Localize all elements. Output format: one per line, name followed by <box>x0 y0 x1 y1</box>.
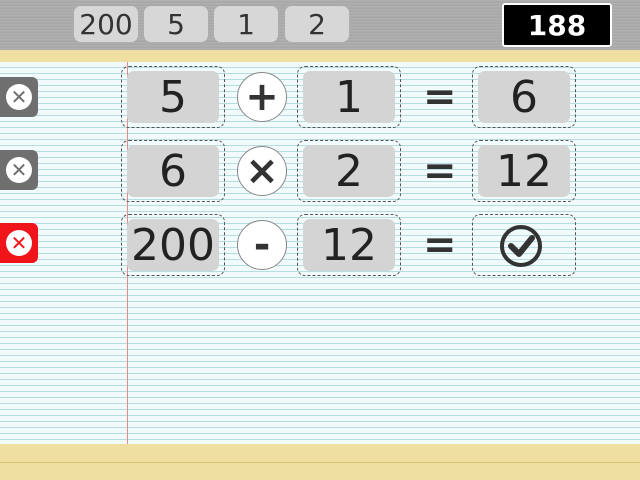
number-tile[interactable]: 200 <box>74 6 138 42</box>
number-tile[interactable]: 5 <box>144 6 208 42</box>
delete-row-button[interactable]: ✕ <box>0 223 38 263</box>
target-number: 188 <box>502 3 612 47</box>
close-circle-icon: ✕ <box>6 230 32 256</box>
equals-sign: = <box>423 148 457 194</box>
checkmark-icon[interactable] <box>497 222 545 274</box>
operator-button[interactable]: - <box>237 220 287 270</box>
operand-slot-left[interactable]: 200 <box>121 214 225 276</box>
result-slot[interactable]: 6 <box>472 66 576 128</box>
operand-slot-left[interactable]: 5 <box>121 66 225 128</box>
operand-slot-right[interactable]: 2 <box>297 140 401 202</box>
operand-value[interactable]: 200 <box>127 219 219 271</box>
operand-value[interactable]: 6 <box>127 145 219 197</box>
result-slot[interactable] <box>472 214 576 276</box>
close-circle-icon: ✕ <box>6 157 32 183</box>
operator-button[interactable]: + <box>237 72 287 122</box>
close-circle-icon: ✕ <box>6 84 32 110</box>
operand-slot-right[interactable]: 12 <box>297 214 401 276</box>
operand-slot-right[interactable]: 1 <box>297 66 401 128</box>
operator-button[interactable]: × <box>237 146 287 196</box>
operand-slot-left[interactable]: 6 <box>121 140 225 202</box>
paper-top-band <box>0 50 640 62</box>
bottom-band-divider <box>0 462 640 463</box>
operand-value[interactable]: 12 <box>303 219 395 271</box>
equals-sign: = <box>423 222 457 268</box>
number-tile[interactable]: 1 <box>214 6 278 42</box>
delete-row-button[interactable]: ✕ <box>0 150 38 190</box>
operand-value[interactable]: 1 <box>303 71 395 123</box>
result-value[interactable]: 12 <box>478 145 570 197</box>
equals-sign: = <box>423 74 457 120</box>
operand-value[interactable]: 2 <box>303 145 395 197</box>
operand-value[interactable]: 5 <box>127 71 219 123</box>
number-tile[interactable]: 2 <box>285 6 349 42</box>
result-slot[interactable]: 12 <box>472 140 576 202</box>
result-value[interactable]: 6 <box>478 71 570 123</box>
delete-row-button[interactable]: ✕ <box>0 77 38 117</box>
